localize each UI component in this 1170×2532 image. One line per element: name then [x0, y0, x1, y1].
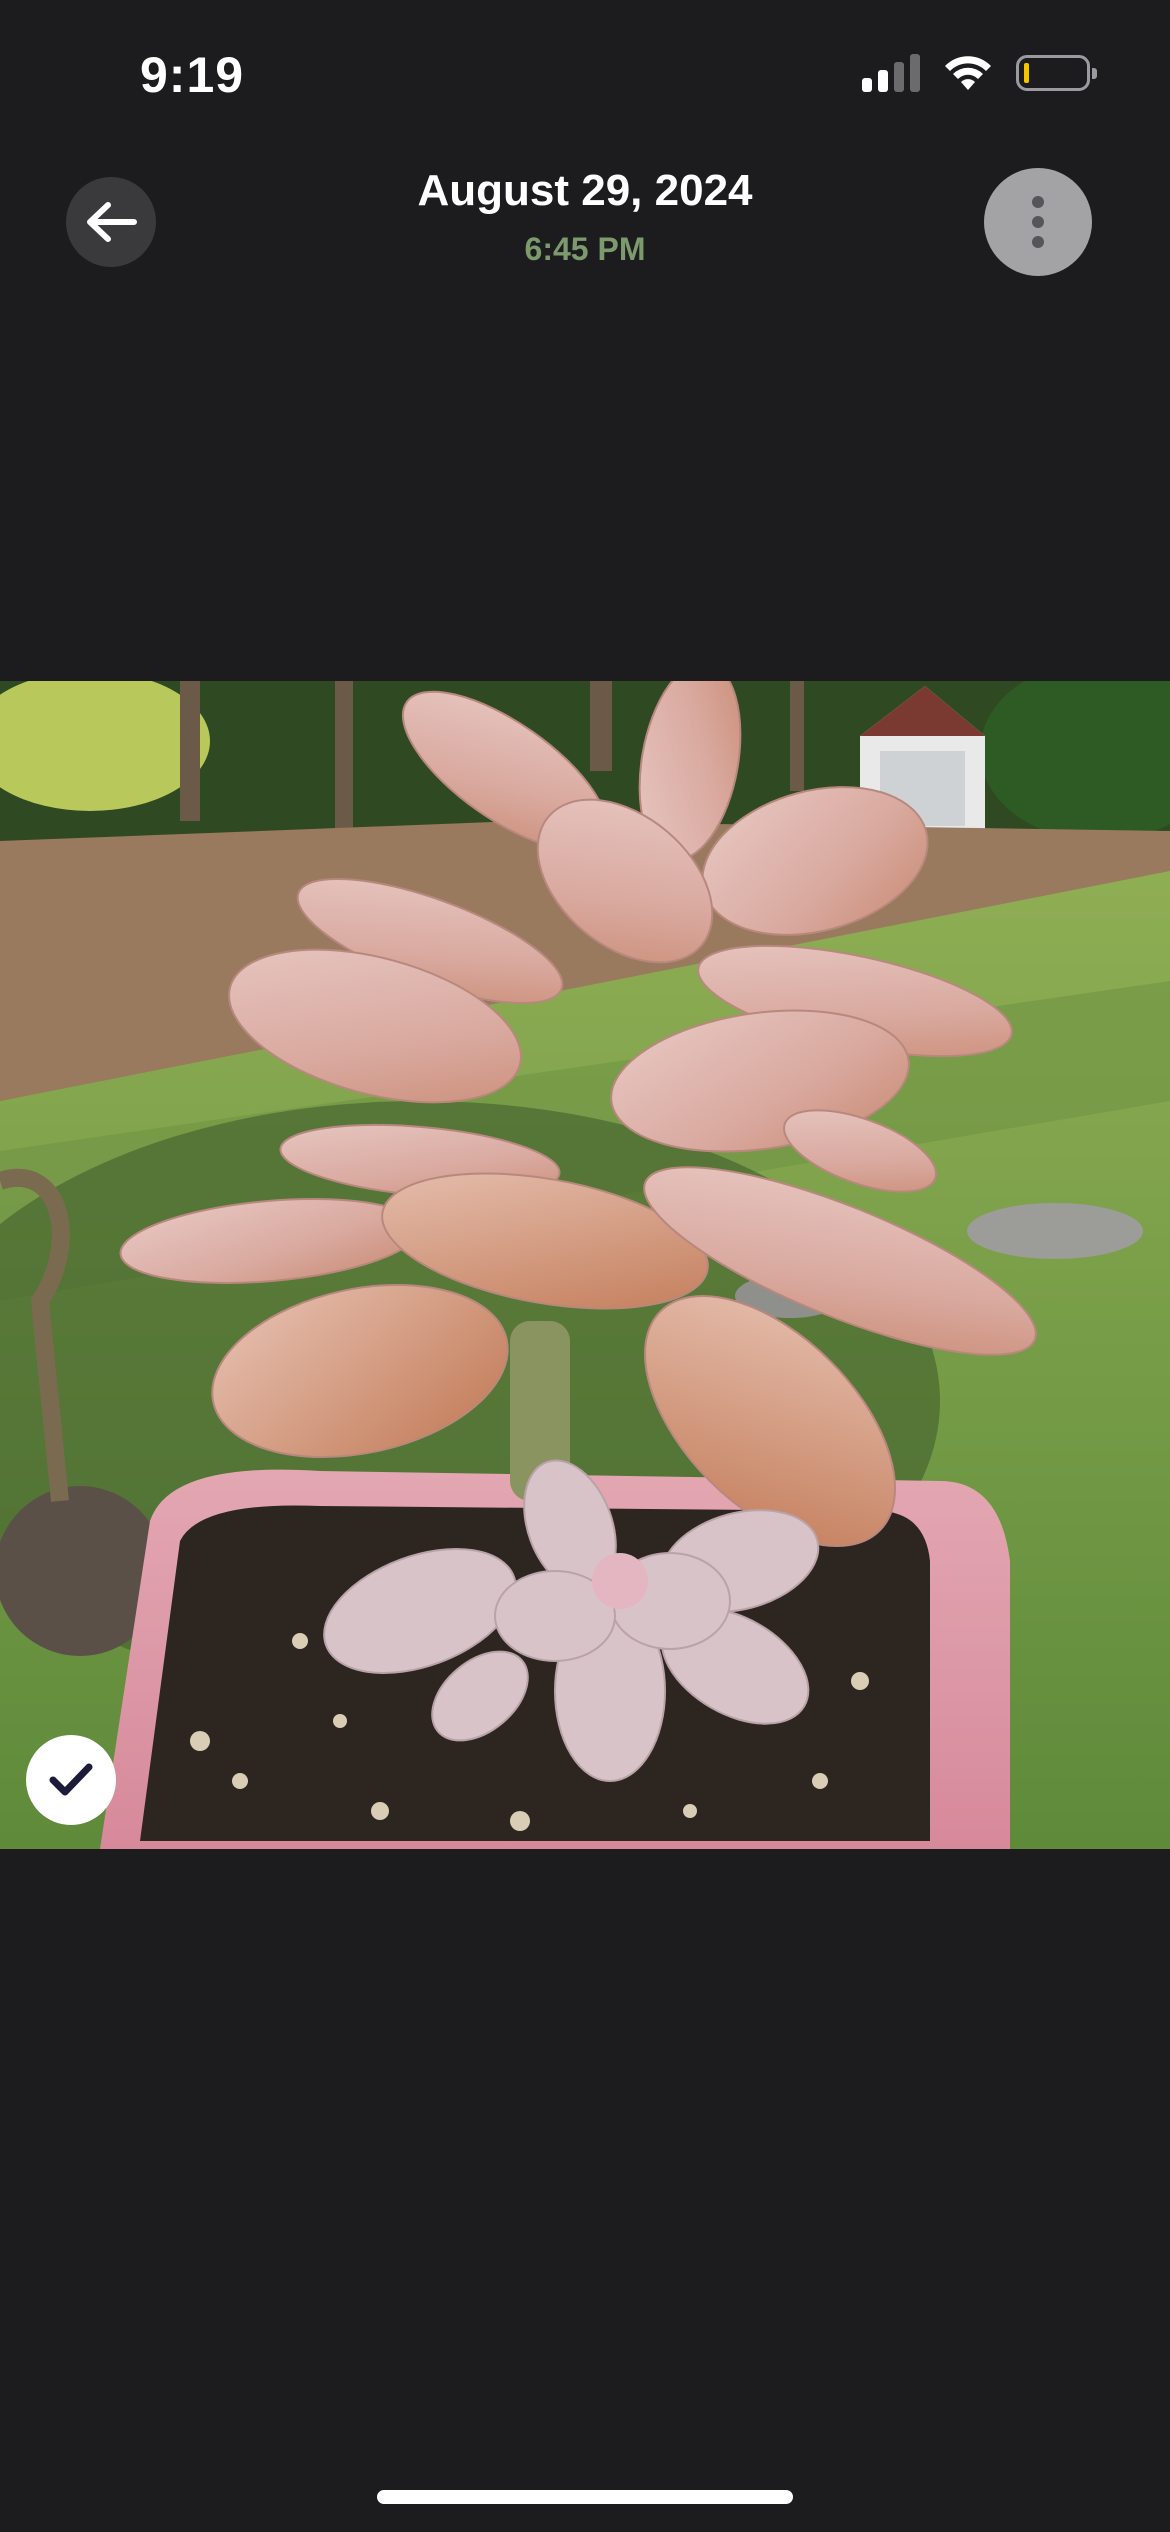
- photo-image: [0, 681, 1170, 1849]
- plant-photo[interactable]: [0, 681, 1170, 1849]
- checkmark-icon: [49, 1763, 93, 1796]
- cellular-signal-icon: [862, 54, 920, 92]
- battery-icon: [1016, 55, 1097, 91]
- status-icons: [862, 54, 1097, 92]
- select-check-button[interactable]: [26, 1735, 116, 1825]
- home-indicator[interactable]: [377, 2490, 793, 2504]
- vertical-ellipsis-icon: [1032, 196, 1044, 208]
- status-time: 9:19: [140, 47, 245, 103]
- more-options-button[interactable]: [984, 168, 1092, 276]
- wifi-icon: [945, 56, 991, 90]
